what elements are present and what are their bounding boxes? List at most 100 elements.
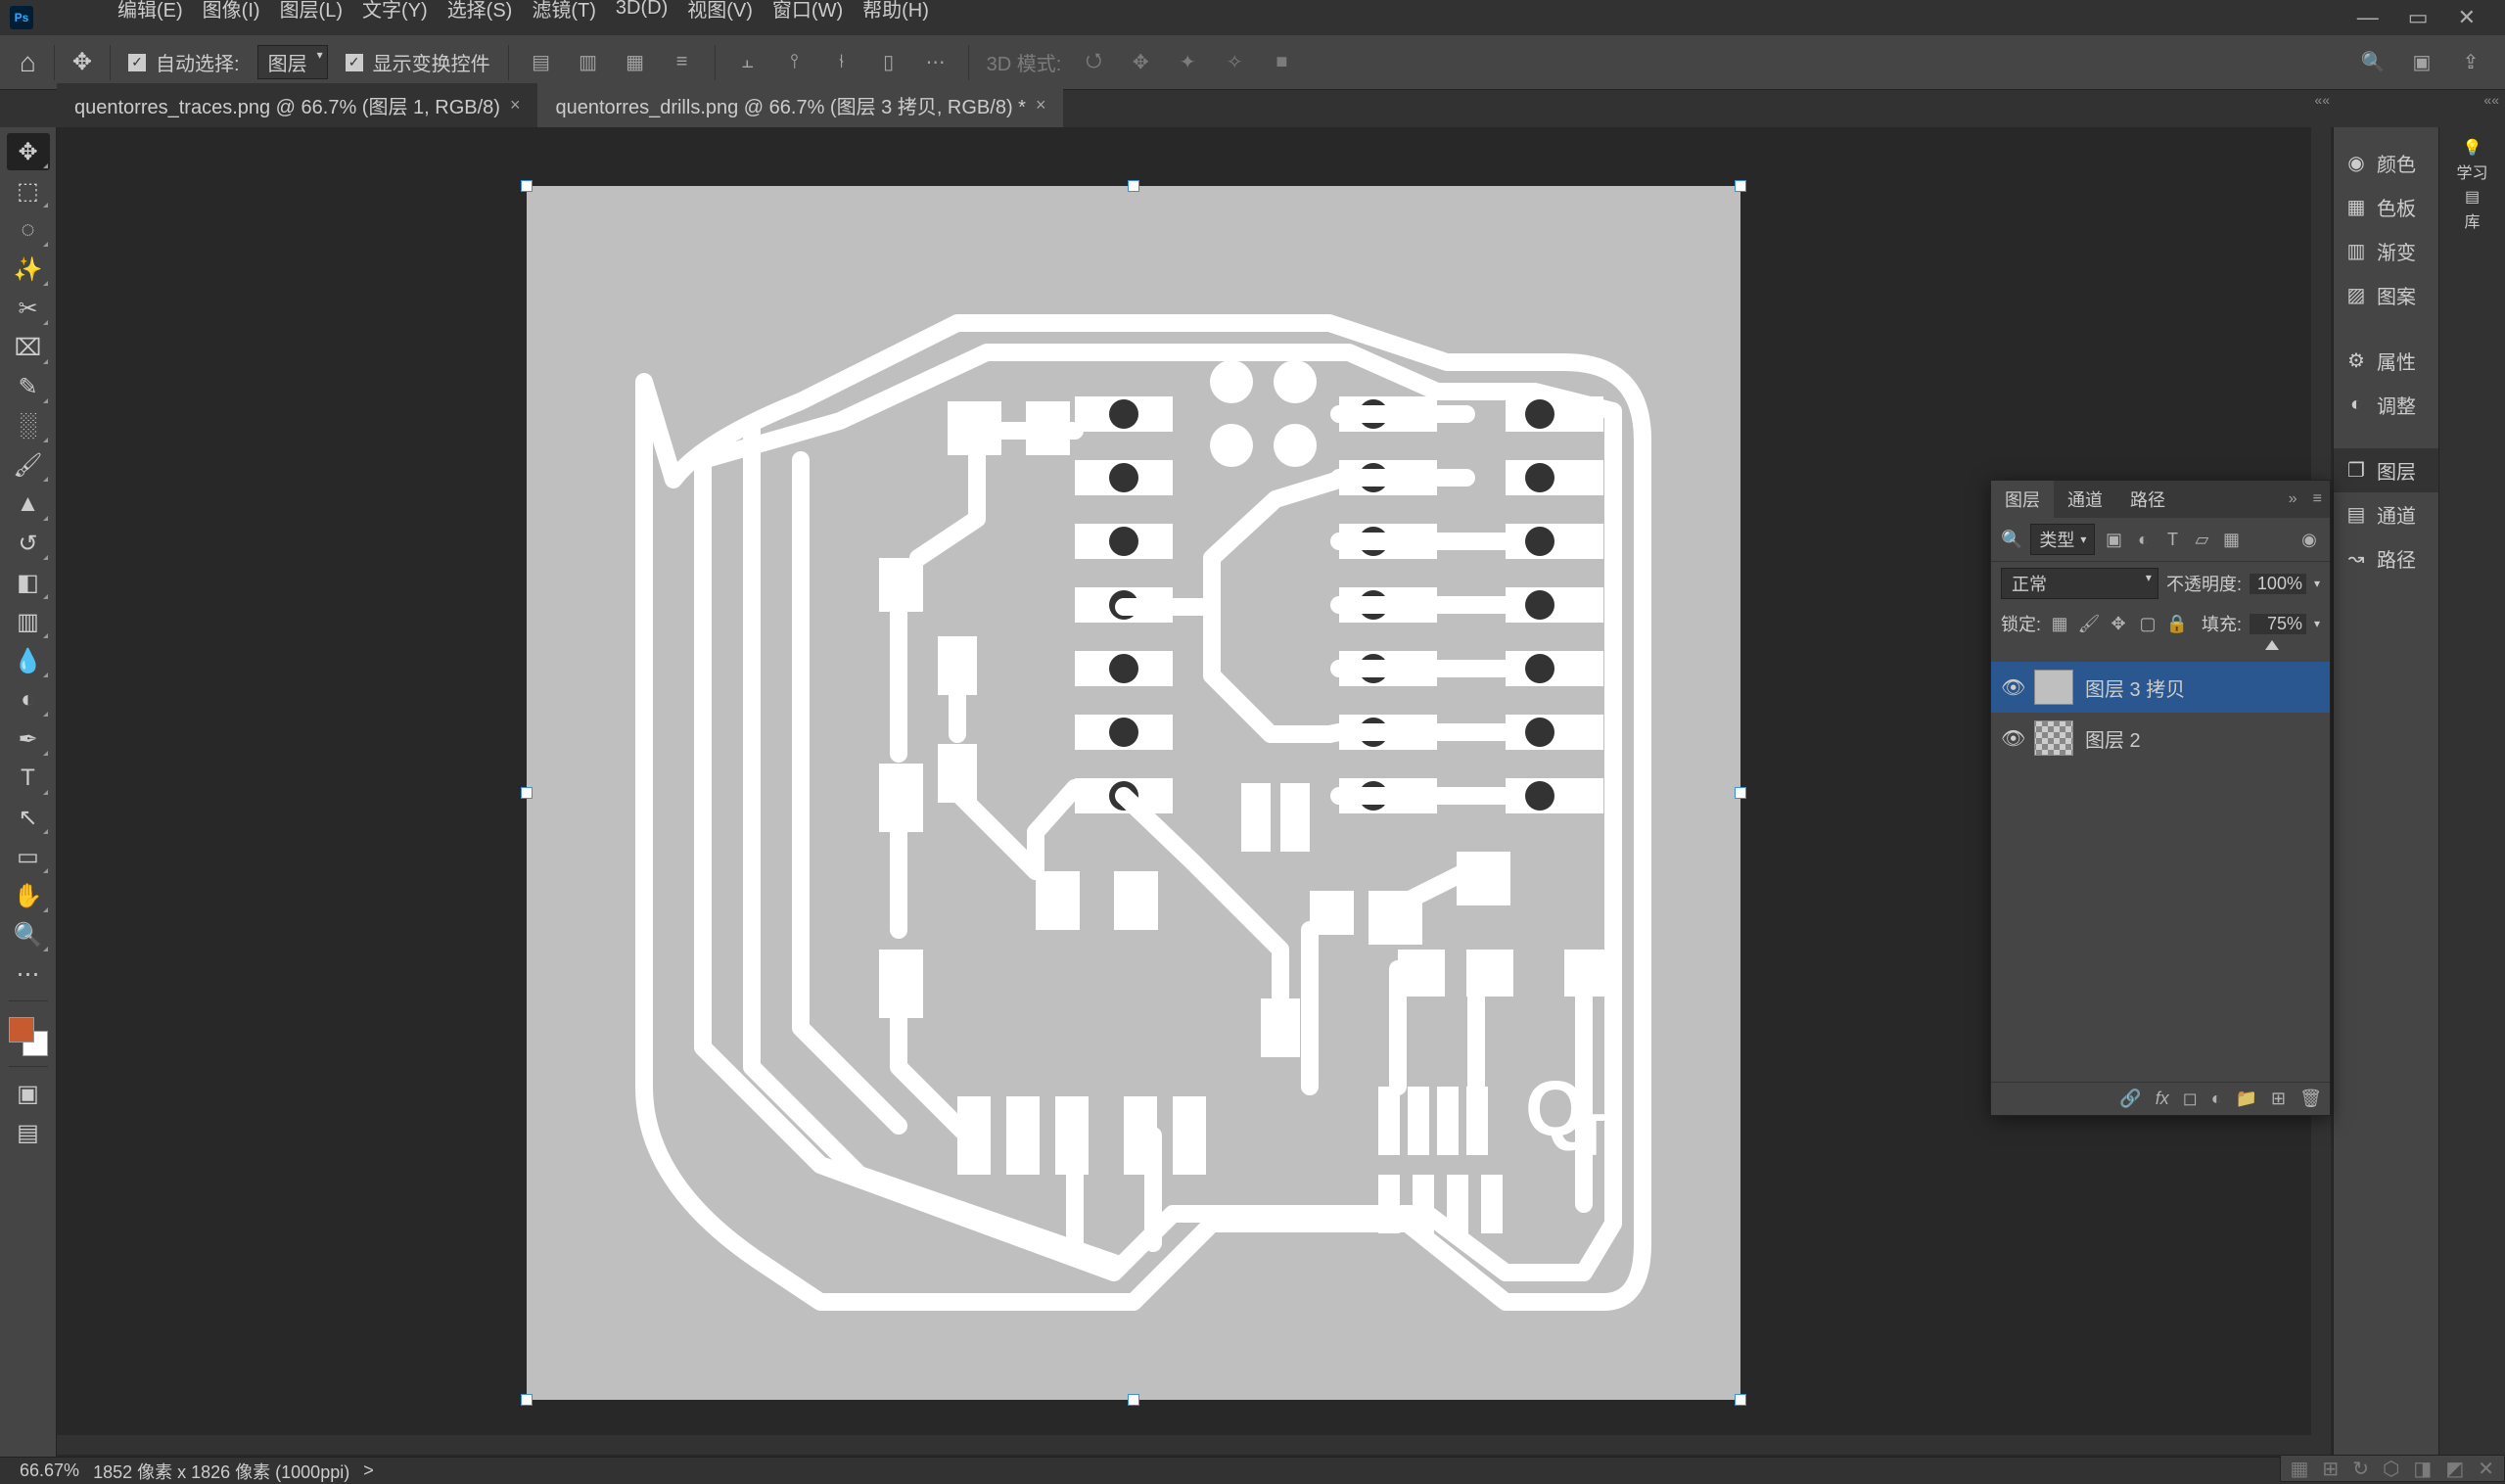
dock-properties[interactable]: ⚙属性 — [2334, 339, 2438, 383]
opacity-field[interactable]: 100% — [2250, 574, 2306, 594]
strip-icon[interactable]: ↻ — [2352, 1457, 2369, 1481]
hand-tool[interactable]: ✋ — [7, 877, 50, 914]
new-layer-icon[interactable]: ⊞ — [2271, 1089, 2286, 1109]
auto-select-checkbox[interactable]: ✓ — [128, 54, 146, 71]
color-swatches[interactable] — [7, 1015, 50, 1058]
dock-layers[interactable]: ❐图层 — [2334, 448, 2438, 492]
home-icon[interactable]: ⌂ — [20, 47, 36, 78]
shape-tool[interactable]: ▭ — [7, 838, 50, 875]
group-icon[interactable]: 📁 — [2236, 1089, 2257, 1109]
fill-chevron-icon[interactable]: ▾ — [2314, 617, 2320, 630]
menu-select[interactable]: 选择(S) — [438, 0, 523, 26]
screen-mode-icon[interactable]: ▣ — [2407, 48, 2436, 77]
minimize-button[interactable]: — — [2357, 5, 2379, 30]
dock-learn[interactable]: 💡学习 — [2445, 137, 2500, 184]
layer-row[interactable]: 👁 图层 3 拷贝 — [1991, 662, 2330, 713]
visibility-eye-icon[interactable]: 👁 — [2001, 675, 2022, 700]
show-transform-checkbox[interactable]: ✓ — [346, 54, 363, 71]
mask-icon[interactable]: ◻ — [2183, 1089, 2198, 1109]
tab-traces[interactable]: quentorres_traces.png @ 66.7% (图层 1, RGB… — [57, 83, 537, 127]
dock-library[interactable]: ▤库 — [2445, 186, 2500, 233]
strip-icon[interactable]: ⊞ — [2322, 1457, 2339, 1481]
strip-icon[interactable]: ✕ — [2478, 1457, 2494, 1481]
menu-image[interactable]: 图像(I) — [193, 0, 270, 26]
filter-shape-icon[interactable]: ▱ — [2191, 529, 2212, 550]
blur-tool[interactable]: 💧 — [7, 642, 50, 679]
menu-filter[interactable]: 滤镜(T) — [522, 0, 606, 26]
menu-3d[interactable]: 3D(D) — [606, 0, 677, 23]
align-center-h-icon[interactable]: ▥ — [574, 48, 603, 77]
magic-wand-tool[interactable]: ✨ — [7, 251, 50, 288]
move-tool[interactable]: ✥ — [7, 133, 50, 170]
lock-transparent-icon[interactable]: ▦ — [2049, 613, 2070, 634]
layer-name[interactable]: 图层 3 拷贝 — [2085, 673, 2185, 702]
gradient-tool[interactable]: ▥ — [7, 603, 50, 640]
stamp-tool[interactable]: ▲ — [7, 486, 50, 523]
panel-tab-channels[interactable]: 通道 — [2054, 481, 2116, 518]
dock-gradient[interactable]: ▥渐变 — [2334, 229, 2438, 273]
menu-window[interactable]: 窗口(W) — [763, 0, 853, 26]
align-right-icon[interactable]: ▦ — [621, 48, 650, 77]
layer-name[interactable]: 图层 2 — [2085, 724, 2141, 753]
lock-artboard-icon[interactable]: ▢ — [2137, 613, 2158, 634]
auto-select-target-dropdown[interactable]: 图层 — [257, 45, 328, 79]
horizontal-scrollbar[interactable] — [57, 1435, 2311, 1455]
align-left-icon[interactable]: ▤ — [527, 48, 556, 77]
path-select-tool[interactable]: ↖ — [7, 799, 50, 836]
strip-icon[interactable]: ◩ — [2445, 1457, 2464, 1481]
visibility-eye-icon[interactable]: 👁 — [2001, 726, 2022, 751]
strip-icon[interactable]: ⬡ — [2383, 1457, 2399, 1481]
fx-icon[interactable]: fx — [2156, 1089, 2169, 1109]
document-canvas[interactable]: Q T — [527, 186, 1740, 1400]
lock-position-icon[interactable]: ✥ — [2108, 613, 2129, 634]
link-layers-icon[interactable]: 🔗 — [2119, 1089, 2141, 1109]
frame-tool[interactable]: ⌧ — [7, 329, 50, 366]
eraser-tool[interactable]: ◧ — [7, 564, 50, 601]
eyedropper-tool[interactable]: ✎ — [7, 368, 50, 405]
lock-image-icon[interactable]: 🖌 — [2078, 613, 2100, 634]
more-icon[interactable]: ⋯ — [921, 48, 951, 77]
layer-row[interactable]: 👁 图层 2 — [1991, 713, 2330, 764]
dock-adjust[interactable]: ◐调整 — [2334, 383, 2438, 427]
blend-mode-dropdown[interactable]: 正常 — [2001, 568, 2158, 599]
zoom-tool[interactable]: 🔍 — [7, 916, 50, 953]
crop-tool[interactable]: ✂ — [7, 290, 50, 327]
dock-collapse-icon[interactable]: «« — [2483, 92, 2499, 108]
filter-adjust-icon[interactable]: ◐ — [2132, 529, 2154, 550]
dock-channels[interactable]: ▤通道 — [2334, 492, 2438, 536]
dock-pattern[interactable]: ▨图案 — [2334, 273, 2438, 317]
filter-pixel-icon[interactable]: ▣ — [2103, 529, 2124, 550]
align-more-icon[interactable]: ▯ — [874, 48, 904, 77]
panel-tab-paths[interactable]: 路径 — [2116, 481, 2179, 518]
dock-swatches[interactable]: ▦色板 — [2334, 185, 2438, 229]
share-icon[interactable]: ⇪ — [2456, 48, 2485, 77]
screen-mode-toggle[interactable]: ▤ — [7, 1114, 50, 1151]
menu-view[interactable]: 视图(V) — [677, 0, 763, 26]
layer-thumbnail[interactable] — [2034, 720, 2073, 756]
align-center-v-icon[interactable]: ⫯ — [780, 48, 810, 77]
layer-thumbnail[interactable] — [2034, 670, 2073, 705]
marquee-tool[interactable]: ⬚ — [7, 172, 50, 209]
pen-tool[interactable]: ✒ — [7, 720, 50, 758]
menu-edit[interactable]: 编辑(E) — [108, 0, 193, 26]
panel-tab-layers[interactable]: 图层 — [1991, 481, 2054, 518]
fill-slider[interactable] — [2003, 642, 2318, 658]
strip-icon[interactable]: ▦ — [2291, 1457, 2309, 1481]
search-icon[interactable]: 🔍 — [2358, 48, 2388, 77]
type-tool[interactable]: T — [7, 760, 50, 797]
opacity-chevron-icon[interactable]: ▾ — [2314, 577, 2320, 590]
close-tab-icon[interactable]: × — [510, 95, 521, 116]
panel-menu-icon[interactable]: ≡ — [2305, 487, 2330, 512]
lock-all-icon[interactable]: 🔒 — [2166, 613, 2188, 634]
edit-toolbar[interactable]: ⋯ — [7, 955, 50, 993]
status-dimensions[interactable]: 1852 像素 x 1826 像素 (1000ppi) — [93, 1459, 349, 1484]
foreground-color[interactable] — [9, 1017, 34, 1043]
dock-collapse-icon[interactable]: «« — [2314, 92, 2330, 108]
healing-tool[interactable]: ░ — [7, 407, 50, 444]
status-zoom[interactable]: 66.67% — [20, 1461, 79, 1481]
close-button[interactable]: ✕ — [2458, 5, 2476, 30]
menu-layer[interactable]: 图层(L) — [270, 0, 352, 26]
tab-drills[interactable]: quentorres_drills.png @ 66.7% (图层 3 拷贝, … — [537, 83, 1063, 127]
status-arrow[interactable]: > — [363, 1461, 374, 1481]
filter-type-icon[interactable]: T — [2161, 529, 2183, 550]
